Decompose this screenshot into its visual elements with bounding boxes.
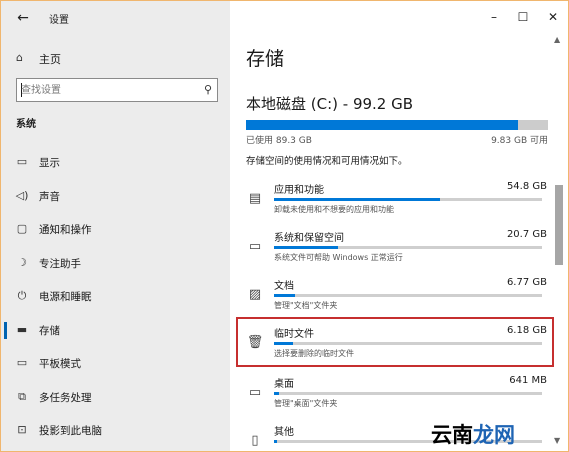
sidebar-item-label: 声音	[39, 190, 60, 203]
storage-description: 存储空间的使用情况和可用情况如下。	[246, 156, 408, 167]
sidebar-item-focus-assist[interactable]: ☽ 专注助手	[1, 247, 230, 281]
category-usage-bar	[274, 294, 542, 297]
sidebar-item-multitasking[interactable]: ⧉ 多任务处理	[1, 381, 230, 415]
search-icon[interactable]: ⚲	[204, 83, 212, 96]
watermark-part2: 龙网	[473, 423, 515, 447]
watermark-part1: 云南	[431, 423, 473, 447]
category-description: 选择要删除的临时文件	[274, 349, 354, 358]
category-description: 系统文件可帮助 Windows 正常运行	[274, 253, 403, 262]
category-name: 临时文件	[274, 329, 314, 340]
scroll-thumb[interactable]	[555, 185, 563, 265]
category-name: 系统和保留空间	[274, 233, 344, 244]
category-usage-fill	[274, 440, 277, 443]
category-usage-bar	[274, 198, 542, 201]
back-arrow-icon[interactable]: ←	[13, 8, 33, 28]
desktop-icon: ▭	[248, 385, 262, 400]
sidebar-item-label: 多任务处理	[39, 391, 92, 404]
notification-icon: ▢	[16, 222, 28, 235]
sidebar-item-label: 平板模式	[39, 358, 81, 370]
sidebar-item-project[interactable]: ⊡ 投影到此电脑	[1, 414, 230, 448]
category-description: 管理"文档"文件夹	[274, 301, 338, 310]
system-icon: ▭	[248, 239, 262, 254]
sidebar-item-label: 专注助手	[39, 257, 81, 270]
other-icon: ▯	[251, 433, 259, 448]
category-name: 桌面	[274, 379, 294, 390]
category-size: 54.8 GB	[506, 181, 547, 192]
category-usage-fill	[274, 294, 296, 297]
home-label: 主页	[39, 53, 61, 66]
sidebar-item-power[interactable]: ⏻ 电源和睡眠	[1, 280, 230, 314]
category-apps[interactable]: ▤ 应用和功能 54.8 GB 卸载未使用和不想要的应用和功能	[246, 181, 552, 225]
sidebar: ← 设置 ⌂ 主页 ⚲ 系统 ▭ 显示 ◁) 声音 ▢ 通知和操作	[1, 1, 230, 451]
trash-icon: 🗑	[246, 335, 264, 350]
category-name: 应用和功能	[274, 185, 324, 196]
sidebar-item-sound[interactable]: ◁) 声音	[1, 180, 230, 214]
sidebar-item-label: 通知和操作	[39, 224, 92, 236]
disk-title: 本地磁盘 (C:) - 99.2 GB	[246, 95, 414, 113]
sidebar-item-notifications[interactable]: ▢ 通知和操作	[1, 213, 230, 247]
category-usage-fill	[274, 342, 293, 345]
category-desktop[interactable]: ▭ 桌面 641 MB 管理"桌面"文件夹	[246, 375, 552, 419]
home-icon: ⌂	[16, 51, 23, 64]
category-size: 6.77 GB	[506, 277, 547, 288]
storage-icon: ▬	[16, 322, 28, 336]
close-button[interactable]: ✕	[541, 7, 565, 27]
maximize-button[interactable]: ☐	[511, 7, 535, 27]
category-temporary-files[interactable]: 🗑 临时文件 6.18 GB 选择要删除的临时文件	[236, 317, 554, 369]
page-title: 存储	[246, 48, 285, 70]
multitasking-icon: ⧉	[18, 389, 26, 403]
category-description: 卸载未使用和不想要的应用和功能	[274, 205, 394, 214]
category-usage-bar	[274, 392, 542, 395]
sidebar-item-label: 显示	[39, 157, 60, 169]
display-icon: ▭	[16, 155, 28, 168]
settings-window: ← 设置 ⌂ 主页 ⚲ 系统 ▭ 显示 ◁) 声音 ▢ 通知和操作	[0, 0, 569, 452]
project-icon: ⊡	[17, 423, 27, 436]
system-nav-list: ▭ 显示 ◁) 声音 ▢ 通知和操作 ☽ 专注助手 ⏻ 电源和睡眠 ▬ 存储 ▭…	[1, 146, 230, 448]
minimize-button[interactable]: –	[482, 7, 506, 27]
sidebar-item-label: 投影到此电脑	[39, 425, 102, 437]
category-usage-fill	[274, 198, 441, 201]
category-usage-fill	[274, 392, 280, 395]
focus-assist-icon: ☽	[17, 255, 27, 269]
category-description: 管理"桌面"文件夹	[274, 399, 338, 408]
category-usage-bar	[274, 246, 542, 249]
sidebar-item-label: 电源和睡眠	[39, 291, 92, 303]
scroll-up-arrow-icon[interactable]: ▲	[554, 35, 560, 44]
search-box[interactable]: ⚲	[16, 78, 218, 102]
category-size: 641 MB	[509, 375, 547, 386]
sidebar-item-display[interactable]: ▭ 显示	[1, 146, 230, 180]
free-space-text: 9.83 GB 可用	[491, 136, 548, 146]
sound-icon: ◁)	[15, 188, 29, 202]
title-bar: ← 设置	[1, 1, 230, 35]
disk-usage-bar	[246, 120, 548, 130]
category-usage-bar	[274, 342, 542, 345]
used-space-text: 已使用 89.3 GB	[246, 136, 312, 146]
documents-icon: ▨	[248, 287, 262, 302]
sidebar-item-storage[interactable]: ▬ 存储	[1, 314, 230, 348]
search-input[interactable]	[21, 81, 191, 99]
sidebar-item-tablet-mode[interactable]: ▭ 平板模式	[1, 347, 230, 381]
category-name: 文档	[274, 281, 294, 292]
app-title: 设置	[49, 15, 69, 26]
category-size: 6.18 GB	[506, 325, 547, 336]
power-icon: ⏻	[17, 289, 27, 302]
sidebar-item-label: 存储	[39, 324, 60, 337]
scroll-down-arrow-icon[interactable]: ▼	[554, 436, 560, 445]
home-nav-item[interactable]: ⌂ 主页	[1, 47, 230, 69]
watermark: 云南龙网	[431, 419, 515, 449]
tablet-icon: ▭	[16, 356, 28, 369]
category-system[interactable]: ▭ 系统和保留空间 20.7 GB 系统文件可帮助 Windows 正常运行	[246, 229, 552, 273]
scrollbar[interactable]: ▲ ▼	[553, 35, 565, 445]
category-documents[interactable]: ▨ 文档 6.77 GB 管理"文档"文件夹	[246, 277, 552, 321]
main-content: – ☐ ✕ 存储 本地磁盘 (C:) - 99.2 GB 已使用 89.3 GB…	[230, 1, 568, 451]
disk-usage-fill	[246, 120, 518, 130]
category-size: 20.7 GB	[506, 229, 547, 240]
apps-icon: ▤	[248, 191, 262, 206]
section-label: 系统	[16, 119, 36, 130]
category-usage-fill	[274, 246, 339, 249]
category-name: 其他	[274, 427, 294, 438]
